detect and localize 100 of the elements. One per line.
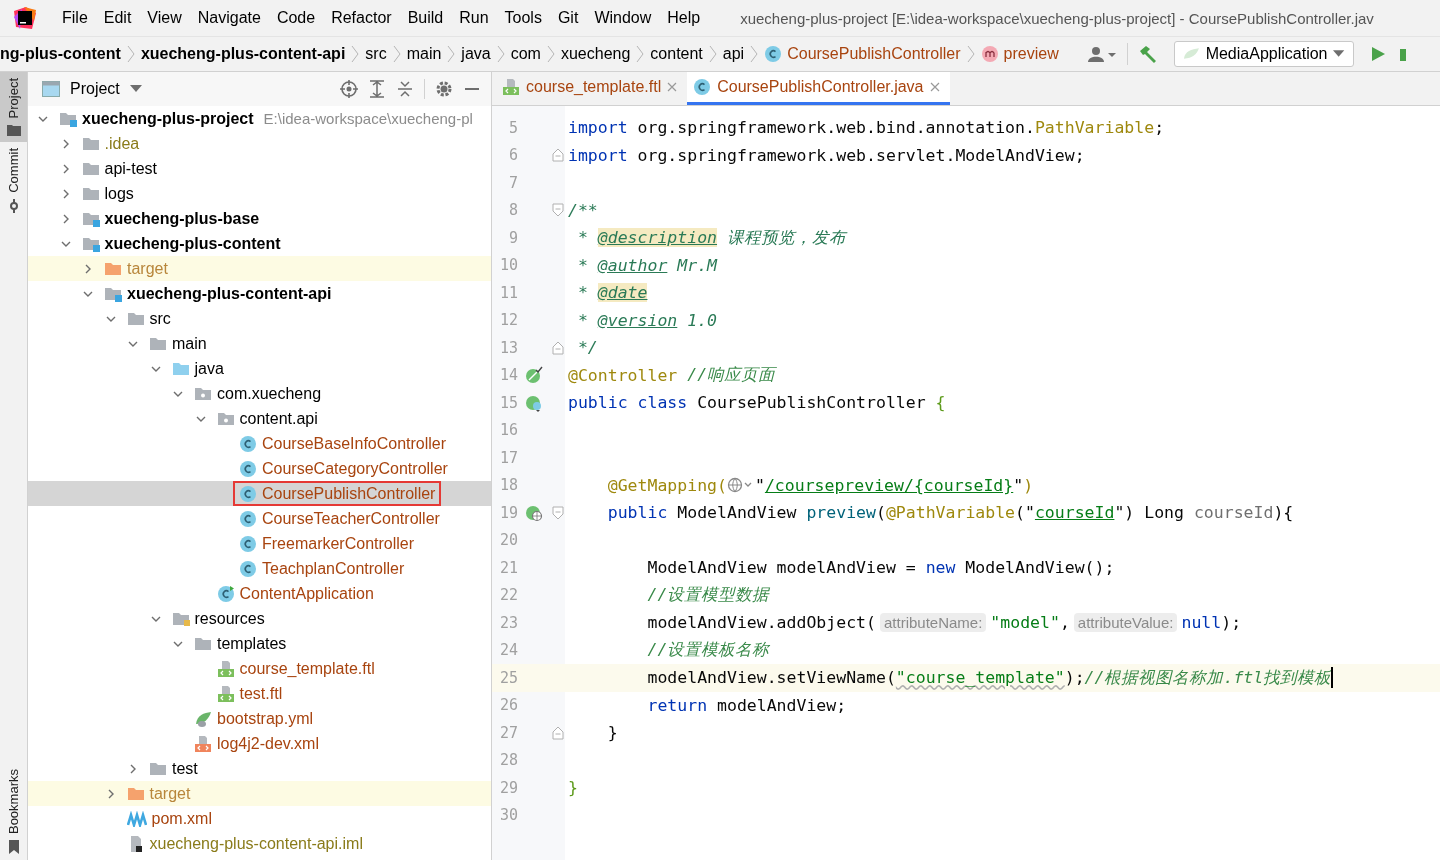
tree-row[interactable]: CourseCategoryController	[28, 456, 491, 481]
tree-item-label[interactable]: api-test	[104, 159, 157, 178]
leaf-icon	[1182, 46, 1200, 62]
breadcrumb[interactable]: xuecheng-plus-content-api	[140, 45, 346, 63]
breadcrumb[interactable]: java	[461, 45, 491, 63]
tree-row[interactable]: src	[28, 306, 491, 331]
tool-window-tab[interactable]: Project	[0, 72, 27, 143]
tree-row[interactable]: com.xuecheng	[28, 381, 491, 406]
tree-item-label[interactable]: java	[194, 359, 224, 378]
run-icon[interactable]	[1369, 45, 1386, 63]
close-icon[interactable]	[929, 82, 940, 92]
tree-item-label[interactable]: CourseBaseInfoController	[262, 434, 447, 453]
tree-row[interactable]: xuecheng-plus-project E:\idea-workspace\xuecheng-pl	[28, 106, 491, 131]
editor-tab[interactable]: CoursePublishController.java	[687, 72, 950, 105]
tree-row[interactable]: xuecheng-plus-content	[28, 231, 491, 256]
tree-row[interactable]: logs	[28, 181, 491, 206]
tree-item-label[interactable]: resources	[194, 609, 265, 628]
run-configuration-dropdown[interactable]: MediaApplication	[1173, 41, 1354, 67]
tree-item-label[interactable]: CourseTeacherController	[262, 509, 440, 528]
panel-title[interactable]: Project	[70, 80, 120, 98]
tree-item-label[interactable]: content.api	[239, 409, 318, 428]
collapse-all-icon[interactable]	[396, 80, 414, 98]
breadcrumb[interactable]: preview	[980, 45, 1059, 63]
tree-row[interactable]: xuecheng-plus-content-api.iml	[28, 831, 491, 856]
tree-item-label[interactable]: ContentApplication	[239, 584, 374, 603]
tree-item-label[interactable]: com.xuecheng	[217, 384, 322, 403]
tree-row[interactable]: CourseBaseInfoController	[28, 431, 491, 456]
tree-item-label[interactable]: xuecheng-plus-base	[104, 209, 260, 228]
tree-item-label[interactable]: FreemarkerController	[262, 534, 415, 553]
breadcrumb[interactable]: main	[406, 45, 442, 63]
tree-item-label[interactable]: main	[172, 334, 207, 353]
globe-icon[interactable]	[525, 503, 543, 522]
tree-item-label[interactable]: src	[149, 309, 171, 328]
breadcrumb[interactable]: api	[722, 45, 745, 63]
chevron-icon	[750, 45, 759, 63]
menu-item[interactable]: Navigate	[191, 9, 267, 27]
tree-item-label[interactable]: bootstrap.yml	[217, 709, 314, 728]
editor-tab[interactable]: course_template.ftl	[496, 72, 688, 105]
tree-row[interactable]: xuecheng-plus-base	[28, 206, 491, 231]
close-icon[interactable]	[667, 82, 678, 92]
menu-item[interactable]: Run	[453, 9, 495, 27]
tree-row[interactable]: resources	[28, 606, 491, 631]
tree-row[interactable]: xuecheng-plus-content-api	[28, 281, 491, 306]
settings-icon[interactable]	[435, 80, 453, 98]
tree-item-label[interactable]: test.ftl	[239, 684, 283, 703]
tree-row[interactable]: CourseTeacherController	[28, 506, 491, 531]
tree-item-label[interactable]: xuecheng-plus-content-api.iml	[149, 834, 363, 853]
menu-item[interactable]: Git	[551, 9, 585, 27]
tree-item-label[interactable]: course_template.ftl	[239, 659, 375, 678]
menu-item[interactable]: Build	[401, 9, 450, 27]
menu-item[interactable]: Code	[270, 9, 322, 27]
tree-item-label[interactable]: logs	[104, 184, 134, 203]
breadcrumb[interactable]: src	[365, 45, 387, 63]
tree-item-label[interactable]: TeachplanController	[262, 559, 405, 578]
tree-item-label[interactable]: templates	[217, 634, 287, 653]
tree-row[interactable]: ContentApplication	[28, 581, 491, 606]
tree-item-label[interactable]: CoursePublishController	[262, 484, 436, 503]
tree-row[interactable]: FreemarkerController	[28, 531, 491, 556]
breadcrumb[interactable]: content	[650, 45, 703, 63]
tree-row[interactable]: java	[28, 356, 491, 381]
tree-item-label[interactable]: xuecheng-plus-project	[82, 109, 254, 128]
tree-item-label[interactable]: log4j2-dev.xml	[217, 734, 319, 753]
breadcrumb[interactable]: xuecheng	[560, 45, 631, 63]
menu-item[interactable]: Help	[661, 9, 707, 27]
tree-row[interactable]: log4j2-dev.xml	[28, 731, 491, 756]
menu-item[interactable]: File	[56, 9, 94, 27]
hammer-icon[interactable]	[1137, 45, 1158, 63]
breadcrumb[interactable]: ng-plus-content	[0, 45, 121, 63]
tree-row[interactable]: api-test	[28, 156, 491, 181]
tree-row[interactable]: content.api	[28, 406, 491, 431]
tree-row[interactable]: main	[28, 331, 491, 356]
breadcrumb[interactable]: CoursePublishController	[764, 45, 961, 63]
tree-row[interactable]: course_template.ftl	[28, 656, 491, 681]
tree-item-label[interactable]: xuecheng-plus-content	[104, 234, 281, 253]
tree-item-label[interactable]: .idea	[104, 134, 140, 153]
tree-item-label[interactable]: pom.xml	[151, 809, 212, 828]
menu-item[interactable]: Tools	[498, 9, 548, 27]
user-icon[interactable]	[1086, 45, 1117, 63]
tree-item-label[interactable]: CourseCategoryController	[262, 459, 448, 478]
tree-row[interactable]: pom.xml	[28, 806, 491, 831]
tool-window-tab[interactable]: Commit	[0, 142, 27, 220]
expand-all-icon[interactable]	[368, 80, 386, 98]
tree-row[interactable]: test.ftl	[28, 681, 491, 706]
tree-item-label[interactable]: test	[172, 759, 198, 778]
locate-icon[interactable]	[340, 80, 358, 98]
code-line: modelAndView.setViewName("course_template");//根据视图名称加.ftl找到模板	[646, 666, 1334, 689]
tree-row[interactable]: bootstrap.yml	[28, 706, 491, 731]
tree-row[interactable]: templates	[28, 631, 491, 656]
tree-item-label[interactable]: xuecheng-plus-content-api	[127, 284, 332, 303]
tree-row[interactable]: CoursePublishController	[28, 481, 491, 506]
menu-item[interactable]: Refactor	[325, 9, 398, 27]
menu-item[interactable]: View	[141, 9, 188, 27]
tree-row[interactable]: .idea	[28, 131, 491, 156]
breadcrumb[interactable]: com	[510, 45, 541, 63]
caret-icon[interactable]	[129, 85, 142, 93]
menu-item[interactable]: Window	[588, 9, 658, 27]
tree-row[interactable]: test	[28, 756, 491, 781]
menu-item[interactable]: Edit	[97, 9, 138, 27]
tree-row[interactable]: TeachplanController	[28, 556, 491, 581]
tool-window-tab[interactable]: Bookmarks	[0, 762, 27, 860]
